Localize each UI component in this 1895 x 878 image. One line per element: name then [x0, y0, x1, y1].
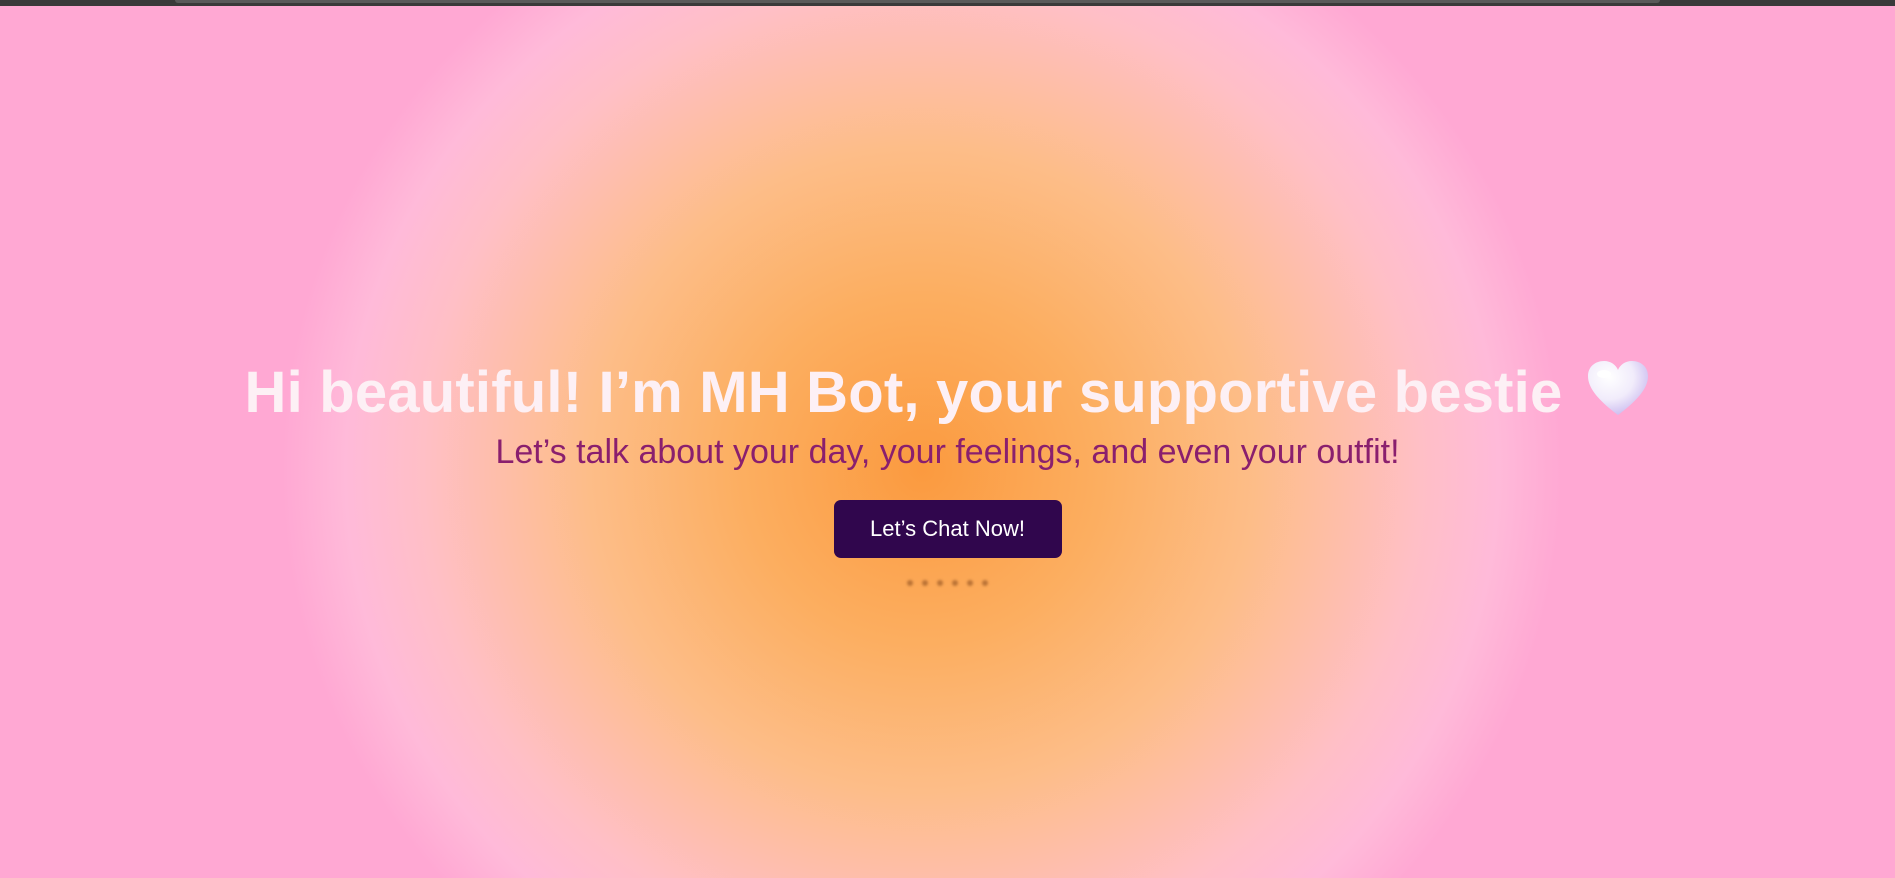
lets-chat-now-button[interactable]: Let’s Chat Now! — [833, 500, 1062, 558]
hero-subtitle: Let’s talk about your day, your feelings… — [495, 433, 1400, 471]
loading-dot — [937, 580, 943, 586]
landing-page: Hi beautiful! I’m MH Bot, your supportiv… — [0, 0, 1895, 878]
loading-indicator — [0, 580, 1895, 596]
loading-dot — [922, 580, 928, 586]
loading-dot — [967, 580, 973, 586]
browser-top-bar — [0, 0, 1895, 6]
hero-section: Hi beautiful! I’m MH Bot, your supportiv… — [0, 352, 1895, 596]
browser-tab-strip — [175, 0, 1660, 3]
hero-title-text: Hi beautiful! I’m MH Bot, your supportiv… — [244, 360, 1563, 425]
loading-dot — [982, 580, 988, 586]
loading-dot — [952, 580, 958, 586]
white-heart-icon — [1588, 361, 1649, 415]
loading-dot — [907, 580, 913, 586]
hero-title: Hi beautiful! I’m MH Bot, your supportiv… — [0, 352, 1895, 434]
